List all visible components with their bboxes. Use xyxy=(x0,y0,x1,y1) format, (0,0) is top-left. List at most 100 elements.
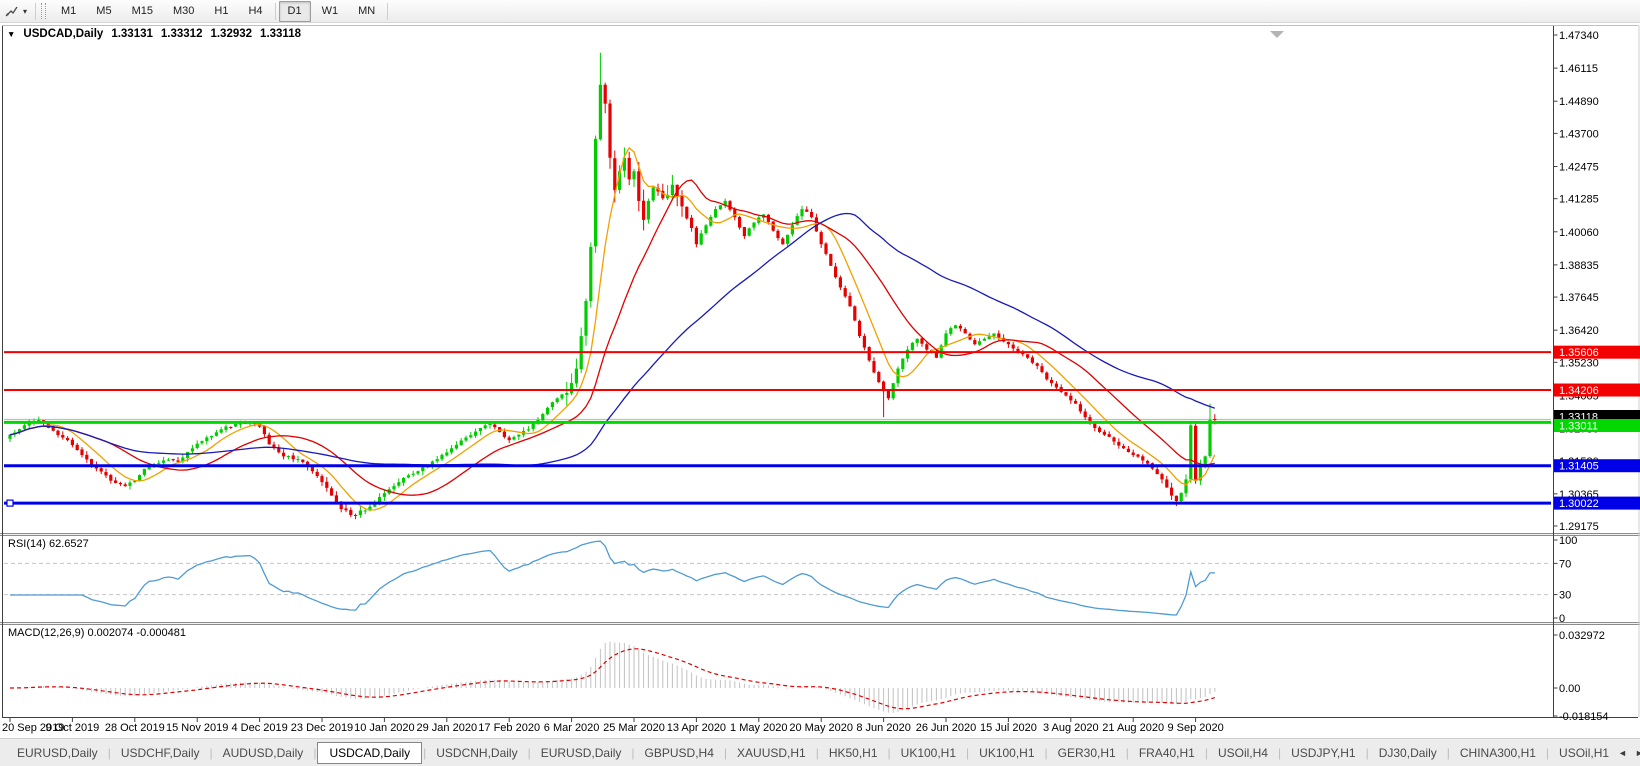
candle-body xyxy=(210,436,214,438)
macd-indicator-label: MACD(12,26,9) 0.002074 -0.000481 xyxy=(8,627,186,639)
tab-china300-h1[interactable]: CHINA300,H1 xyxy=(1451,743,1545,763)
tab-eurusd-daily[interactable]: EURUSD,Daily xyxy=(532,743,631,763)
timeframe-button-m15[interactable]: M15 xyxy=(123,1,162,22)
line-selection-handle[interactable] xyxy=(6,499,14,507)
candle-body xyxy=(838,277,842,288)
timeframe-button-h4[interactable]: H4 xyxy=(239,1,271,22)
candle-body xyxy=(867,347,871,361)
candle-body xyxy=(718,205,722,210)
tab-gbpusd-h4[interactable]: GBPUSD,H4 xyxy=(636,743,723,763)
tab-usoil-h4[interactable]: USOil,H4 xyxy=(1209,743,1277,763)
candle-body xyxy=(354,515,358,517)
candle-body xyxy=(1126,448,1130,453)
timeframe-button-m5[interactable]: M5 xyxy=(87,1,120,22)
candle-body xyxy=(1141,456,1145,461)
tab-usdcad-daily[interactable]: USDCAD,Daily xyxy=(317,741,423,764)
candle-body xyxy=(978,341,982,345)
tab-hk50-h1[interactable]: HK50,H1 xyxy=(820,743,887,763)
candle-body xyxy=(670,184,674,196)
timeframe-button-m30[interactable]: M30 xyxy=(164,1,203,22)
timeframe-button-d1[interactable]: D1 xyxy=(278,0,311,22)
candle-body xyxy=(454,444,458,449)
candle-body xyxy=(1194,425,1198,481)
expand-arrow-icon[interactable]: ▼ xyxy=(7,29,15,39)
toolbar-grip[interactable] xyxy=(41,3,47,19)
candle-body xyxy=(1078,404,1082,412)
candle-body xyxy=(565,392,569,395)
candle-body xyxy=(229,427,233,429)
tab-dj30-daily[interactable]: DJ30,Daily xyxy=(1370,743,1446,763)
candle-body xyxy=(478,428,482,432)
tab-usdchf-daily[interactable]: USDCHF,Daily xyxy=(112,743,209,763)
tab-usdjpy-h1[interactable]: USDJPY,H1 xyxy=(1282,743,1364,763)
candle-body xyxy=(704,225,708,234)
tab-uk100-h1[interactable]: UK100,H1 xyxy=(970,743,1043,763)
candle-body xyxy=(752,222,756,228)
candle-body xyxy=(1136,454,1140,457)
candle-body xyxy=(651,187,655,201)
date-axis-label: 13 Apr 2020 xyxy=(667,722,726,734)
candle-body xyxy=(824,243,828,254)
price-axis-label: 1.36420 xyxy=(1559,325,1599,337)
tab-ger30-h1[interactable]: GER30,H1 xyxy=(1049,743,1125,763)
candle-body xyxy=(1122,446,1126,449)
candle-body xyxy=(56,430,60,436)
date-axis-label: 15 Nov 2019 xyxy=(166,722,228,734)
candle-body xyxy=(469,435,473,438)
candle-body xyxy=(786,234,790,244)
candle-body xyxy=(22,425,26,429)
tab-uk100-h1[interactable]: UK100,H1 xyxy=(892,743,965,763)
tab-usdcnh-daily[interactable]: USDCNH,Daily xyxy=(427,743,526,763)
candle-body xyxy=(546,407,550,415)
candle-body xyxy=(531,423,535,429)
candle-body xyxy=(949,328,953,334)
tab-eurusd-daily[interactable]: EURUSD,Daily xyxy=(8,743,107,763)
candle-body xyxy=(186,451,190,459)
tab-scroll-left-icon[interactable]: ◄ xyxy=(1618,748,1627,758)
candle-body xyxy=(1184,479,1188,494)
timeframe-button-h1[interactable]: H1 xyxy=(205,1,237,22)
tab-scroll-right-icon[interactable]: ► xyxy=(1635,748,1640,758)
chart-cursor-icon[interactable] xyxy=(3,3,20,19)
candle-body xyxy=(1040,366,1044,373)
tab-audusd-daily[interactable]: AUDUSD,Daily xyxy=(214,743,313,763)
chevron-down-icon[interactable]: ▾ xyxy=(20,7,30,16)
timeframe-button-m1[interactable]: M1 xyxy=(52,1,85,22)
candle-body xyxy=(584,300,588,336)
tab-usoil-h1[interactable]: USOil,H1 xyxy=(1550,743,1618,763)
candle-body xyxy=(315,471,319,477)
tab-scroll-buttons: ◄ ► xyxy=(1618,748,1640,758)
candle-body xyxy=(234,423,238,427)
tab-xauusd-h1[interactable]: XAUUSD,H1 xyxy=(728,743,815,763)
candle-body xyxy=(1203,456,1207,465)
candle-body xyxy=(1083,411,1087,418)
candle-body xyxy=(901,358,905,370)
chart-window[interactable]: RSI(14) 62.6527 MACD(12,26,9) 0.002074 -0… xyxy=(0,23,1640,738)
rsi-axis-label: 100 xyxy=(1559,535,1577,547)
candle-body xyxy=(1189,425,1193,480)
candle-body xyxy=(589,246,593,302)
candle-body xyxy=(646,200,650,220)
macd-axis-label: 0.00 xyxy=(1559,683,1580,695)
candle-body xyxy=(1170,487,1174,496)
date-axis-label: 26 Jun 2020 xyxy=(916,722,977,734)
candle-body xyxy=(829,254,833,266)
candle-body xyxy=(142,468,146,475)
price-axis-label: 1.46115 xyxy=(1559,63,1598,75)
timeframe-button-w1[interactable]: W1 xyxy=(313,1,348,22)
chart-background xyxy=(0,23,1640,738)
candle-body xyxy=(61,434,65,438)
candle-body xyxy=(1174,495,1178,501)
candle-body xyxy=(877,372,881,383)
price-axis-label: 1.44890 xyxy=(1559,96,1599,108)
candle-body xyxy=(958,325,962,329)
candle-body xyxy=(954,325,958,329)
timeframe-button-mn[interactable]: MN xyxy=(349,1,384,22)
candle-body xyxy=(8,434,12,439)
tab-fra40-h1[interactable]: FRA40,H1 xyxy=(1130,743,1204,763)
candle-body xyxy=(330,488,334,496)
candle-body xyxy=(344,508,348,511)
candlestick-chart[interactable]: RSI(14) 62.6527 MACD(12,26,9) 0.002074 -0… xyxy=(0,23,1640,738)
candle-body xyxy=(906,349,910,359)
price-tag-1.34206-text: 1.34206 xyxy=(1559,385,1599,397)
